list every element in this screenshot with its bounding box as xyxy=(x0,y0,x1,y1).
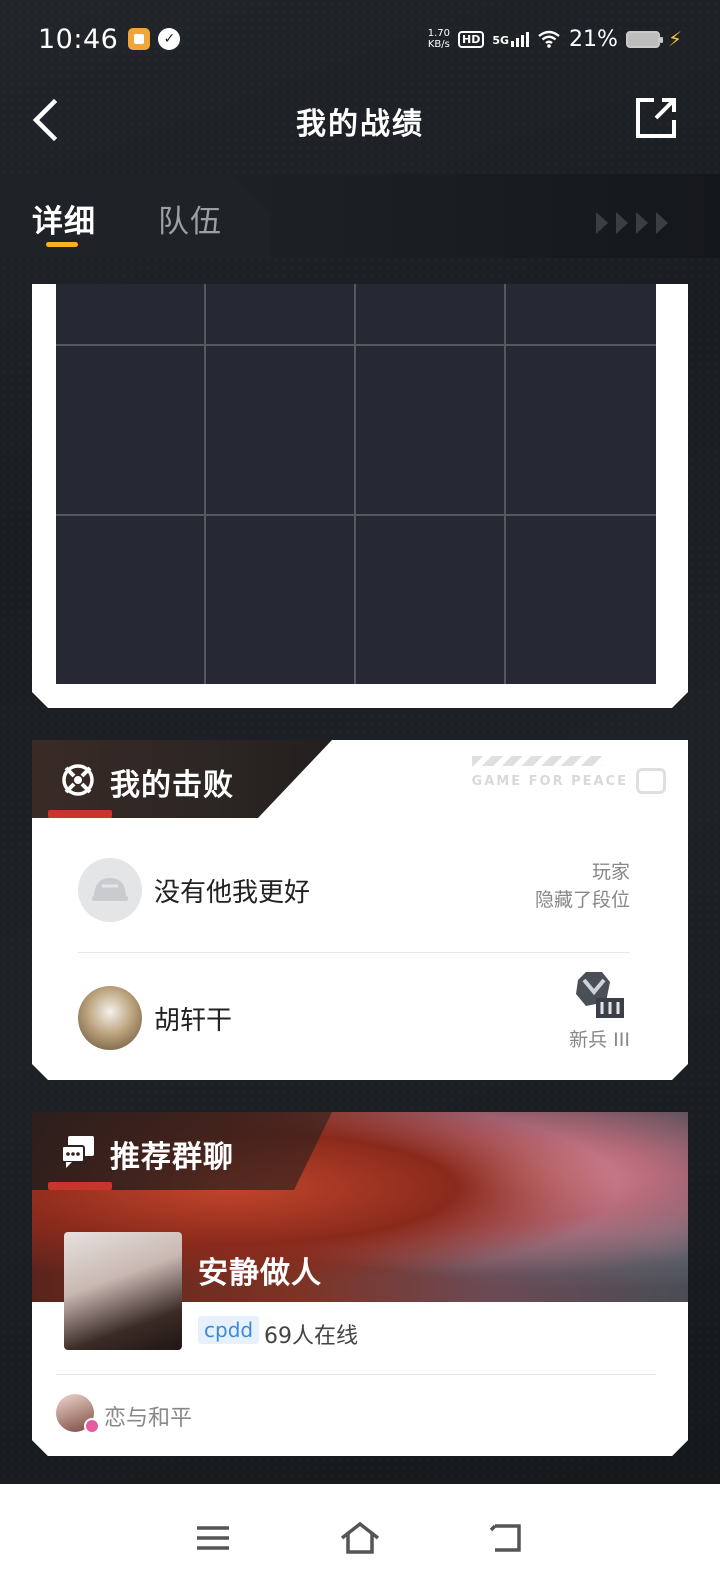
my-defeats-card: 我的击败 GAME FOR PEACE 没有他我更好 玩家 隐藏了段位 胡轩干 xyxy=(32,740,688,1080)
rank-badge-icon xyxy=(566,968,626,1024)
page-title: 我的战绩 xyxy=(296,107,424,142)
battery-percent: 21% xyxy=(569,26,618,52)
cellular-signal-icon: 5G xyxy=(492,31,530,47)
top-app-bar: 我的战绩 xyxy=(0,78,720,164)
player-rank: 新兵 III xyxy=(569,1029,630,1051)
recommended-group-chat-card[interactable]: 推荐群聊 安静做人 cpdd 69人在线 恋与和平 xyxy=(32,1112,688,1456)
wifi-icon xyxy=(538,30,560,48)
back-arrow-icon[interactable] xyxy=(28,94,68,146)
tab-bar: 详细 队伍 xyxy=(0,174,720,258)
tab-arrows-decoration xyxy=(596,212,668,234)
stats-grid-card xyxy=(32,284,688,708)
group-name: 安静做人 xyxy=(198,1256,322,1291)
defeats-header: 我的击败 xyxy=(32,740,332,818)
tab-detail[interactable]: 详细 xyxy=(32,196,96,241)
charging-icon: ⚡ xyxy=(667,27,682,51)
player-name: 没有他我更好 xyxy=(154,878,311,908)
video-app-icon xyxy=(128,28,151,50)
defeated-player-row[interactable]: 胡轩干 新兵 III xyxy=(78,968,630,1068)
tab-team[interactable]: 队伍 xyxy=(158,196,222,241)
brand-emblem-icon xyxy=(636,768,666,794)
chat-bubbles-icon xyxy=(60,1134,96,1170)
check-circle-icon: ✓ xyxy=(158,28,181,50)
defeats-title: 我的击败 xyxy=(110,768,234,803)
helmet-avatar xyxy=(78,858,142,922)
crosshair-skull-icon xyxy=(60,762,96,798)
battery-icon xyxy=(625,30,663,48)
group-tag-badge: cpdd xyxy=(198,1316,259,1344)
share-icon[interactable] xyxy=(634,96,678,140)
player-rank: 玩家 隐藏了段位 xyxy=(534,861,630,911)
game-for-peace-logo: GAME FOR PEACE xyxy=(472,768,666,794)
back-icon[interactable] xyxy=(485,1518,529,1558)
stats-grid xyxy=(56,284,656,684)
active-tab-indicator xyxy=(46,242,78,247)
avatar xyxy=(78,986,142,1050)
group-avatar xyxy=(64,1232,182,1350)
helmet-icon xyxy=(90,874,130,906)
member-name: 恋与和平 xyxy=(104,1406,193,1431)
hd-icon: HD xyxy=(458,30,485,48)
online-count: 69人在线 xyxy=(264,1324,358,1349)
member-badge-icon xyxy=(84,1418,100,1434)
status-time: 10:46 xyxy=(38,23,119,55)
defeated-player-row[interactable]: 没有他我更好 玩家 隐藏了段位 xyxy=(78,840,630,940)
network-speed: 1.70 KB/s xyxy=(427,28,451,50)
menu-icon[interactable] xyxy=(191,1518,235,1558)
group-chat-title: 推荐群聊 xyxy=(110,1140,234,1175)
home-icon[interactable] xyxy=(338,1518,382,1558)
status-indicators: 1.70 KB/s HD 5G 21% ⚡ xyxy=(428,27,682,52)
status-bar: 10:46 ✓ 1.70 KB/s HD 5G 21% ⚡ xyxy=(0,0,720,78)
player-name: 胡轩干 xyxy=(154,1006,233,1036)
system-navigation-bar xyxy=(0,1484,720,1592)
